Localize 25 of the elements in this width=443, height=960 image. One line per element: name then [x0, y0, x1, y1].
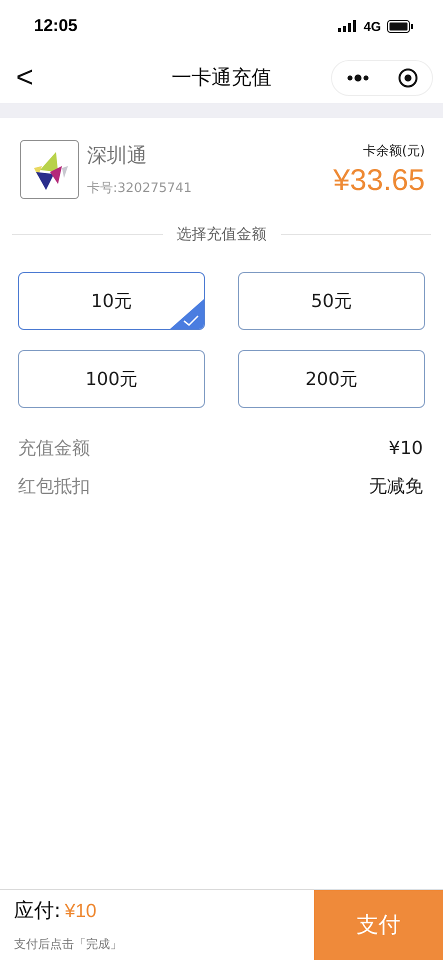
card-name: 深圳通	[87, 142, 148, 169]
card-number: 卡号:320275741	[87, 180, 192, 197]
payment-note: 支付后点击「完成」	[14, 936, 123, 953]
amount-option[interactable]: 100元	[18, 350, 205, 408]
target-icon	[398, 68, 418, 88]
amount-option[interactable]: 10元	[18, 272, 205, 330]
summary-value: ¥10	[388, 438, 423, 458]
page-title: 一卡通充值	[172, 64, 272, 91]
battery-icon	[387, 20, 413, 32]
summary-label: 红包抵扣	[18, 475, 90, 498]
balance-amount: ¥33.65	[333, 164, 425, 198]
summary-label: 充值金额	[18, 437, 90, 460]
balance-label: 卡余额(元)	[362, 142, 425, 160]
due-amount: ¥10	[64, 901, 96, 923]
status-time: 12:05	[34, 16, 78, 36]
network-label: 4G	[364, 18, 381, 34]
amount-option[interactable]: 50元	[238, 272, 425, 330]
summary-value: 无减免	[369, 475, 423, 498]
section-title: 选择充值金额	[176, 225, 266, 244]
more-icon	[346, 74, 370, 82]
check-icon	[170, 299, 204, 329]
amount-option[interactable]: 200元	[238, 350, 425, 408]
signal-icon	[338, 20, 358, 32]
back-button[interactable]: <	[10, 60, 40, 94]
due-label: 应付:	[14, 897, 61, 924]
